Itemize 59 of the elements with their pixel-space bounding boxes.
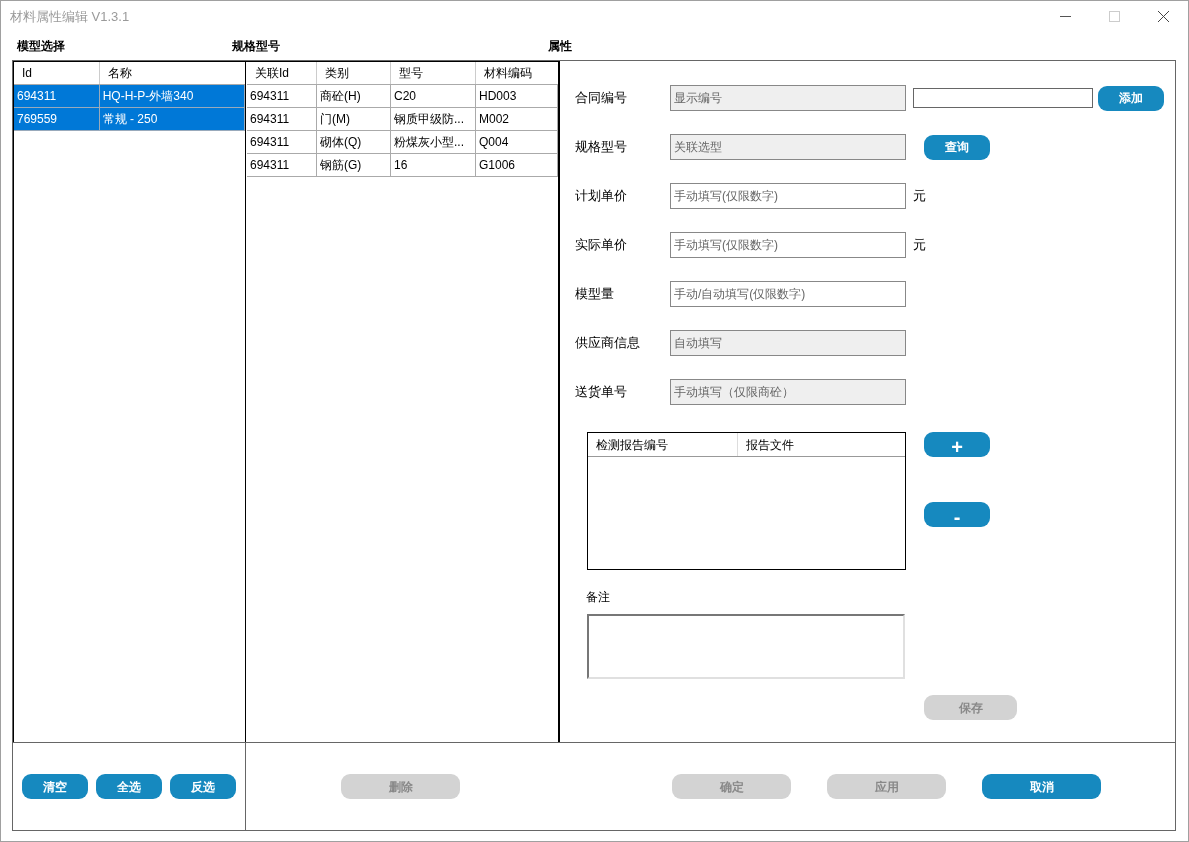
input-field[interactable]: 手动填写(仅限数字) [670,232,906,258]
remark-field[interactable] [587,614,905,679]
button[interactable]: 反选 [170,774,236,799]
table-cell: HD003 [476,85,558,107]
table-cell: G1006 [476,154,558,176]
add-button[interactable]: + [924,432,990,457]
table-cell: 砌体(Q) [317,131,391,153]
table-row[interactable]: 694311 商砼(H) C20 HD003 [247,85,558,108]
table-cell: 694311 [247,131,317,153]
field-label: 计划单价 [575,187,628,206]
input-field[interactable]: 手动填写(仅限数字) [670,183,906,209]
table-cell: 16 [391,154,476,176]
column-header[interactable]: 名称 [99,62,245,84]
table-cell: 694311 [247,85,317,107]
remove-button[interactable]: - [924,502,990,527]
column-header[interactable]: 类别 [317,62,391,84]
table-cell: 769559 [14,108,100,130]
panel-title: 模型选择 [17,38,66,55]
table-row[interactable]: 694311 门(M) 钢质甲级防... M002 [247,108,558,131]
table-cell: 694311 [247,154,317,176]
table-row[interactable]: 694311 砌体(Q) 粉煤灰小型... Q004 [247,131,558,154]
unit-label: 元 [913,236,926,255]
table-cell: 694311 [14,85,100,107]
remark-label: 备注 [585,589,611,606]
table-cell: 门(M) [317,108,391,130]
field-label: 合同编号 [575,89,628,108]
panel-title: 规格型号 [232,38,281,55]
table-cell: 钢质甲级防... [391,108,476,130]
panel-title: 属性 [548,38,572,55]
table-cell: HQ-H-P-外墙340 [99,85,245,107]
window-title: 材料属性编辑 V1.3.1 [10,7,130,26]
column-header[interactable]: 型号 [391,62,476,84]
button[interactable]: 全选 [96,774,162,799]
column-header[interactable]: 关联Id [247,62,317,84]
button[interactable]: 清空 [22,774,88,799]
table-cell: 常规 - 250 [99,108,245,130]
close-icon[interactable] [1158,11,1169,22]
column-header[interactable]: 报告文件 [738,433,905,456]
column-header[interactable]: 检测报告编号 [588,433,738,456]
table-row[interactable]: 694311 钢筋(G) 16 G1006 [247,154,558,177]
table-cell: C20 [391,85,476,107]
input-field[interactable]: 手动/自动填写(仅限数字) [670,281,906,307]
table-cell: 商砼(H) [317,85,391,107]
table-cell: 694311 [247,108,317,130]
table-cell: 钢筋(G) [317,154,391,176]
field-label: 供应商信息 [575,334,641,353]
column-header[interactable]: Id [14,62,100,84]
button[interactable]: 取消 [982,774,1101,799]
table-cell: M002 [476,108,558,130]
field-label: 模型量 [575,285,615,304]
table-cell: 粉煤灰小型... [391,131,476,153]
field-label: 送货单号 [575,383,628,402]
table-cell: Q004 [476,131,558,153]
column-header[interactable]: 材料编码 [476,62,558,84]
unit-label: 元 [913,187,926,206]
table-row[interactable]: 694311 HQ-H-P-外墙340 [14,85,245,108]
table-row[interactable]: 769559 常规 - 250 [14,108,245,131]
field-label: 规格型号 [575,138,628,157]
field-label: 实际单价 [575,236,628,255]
